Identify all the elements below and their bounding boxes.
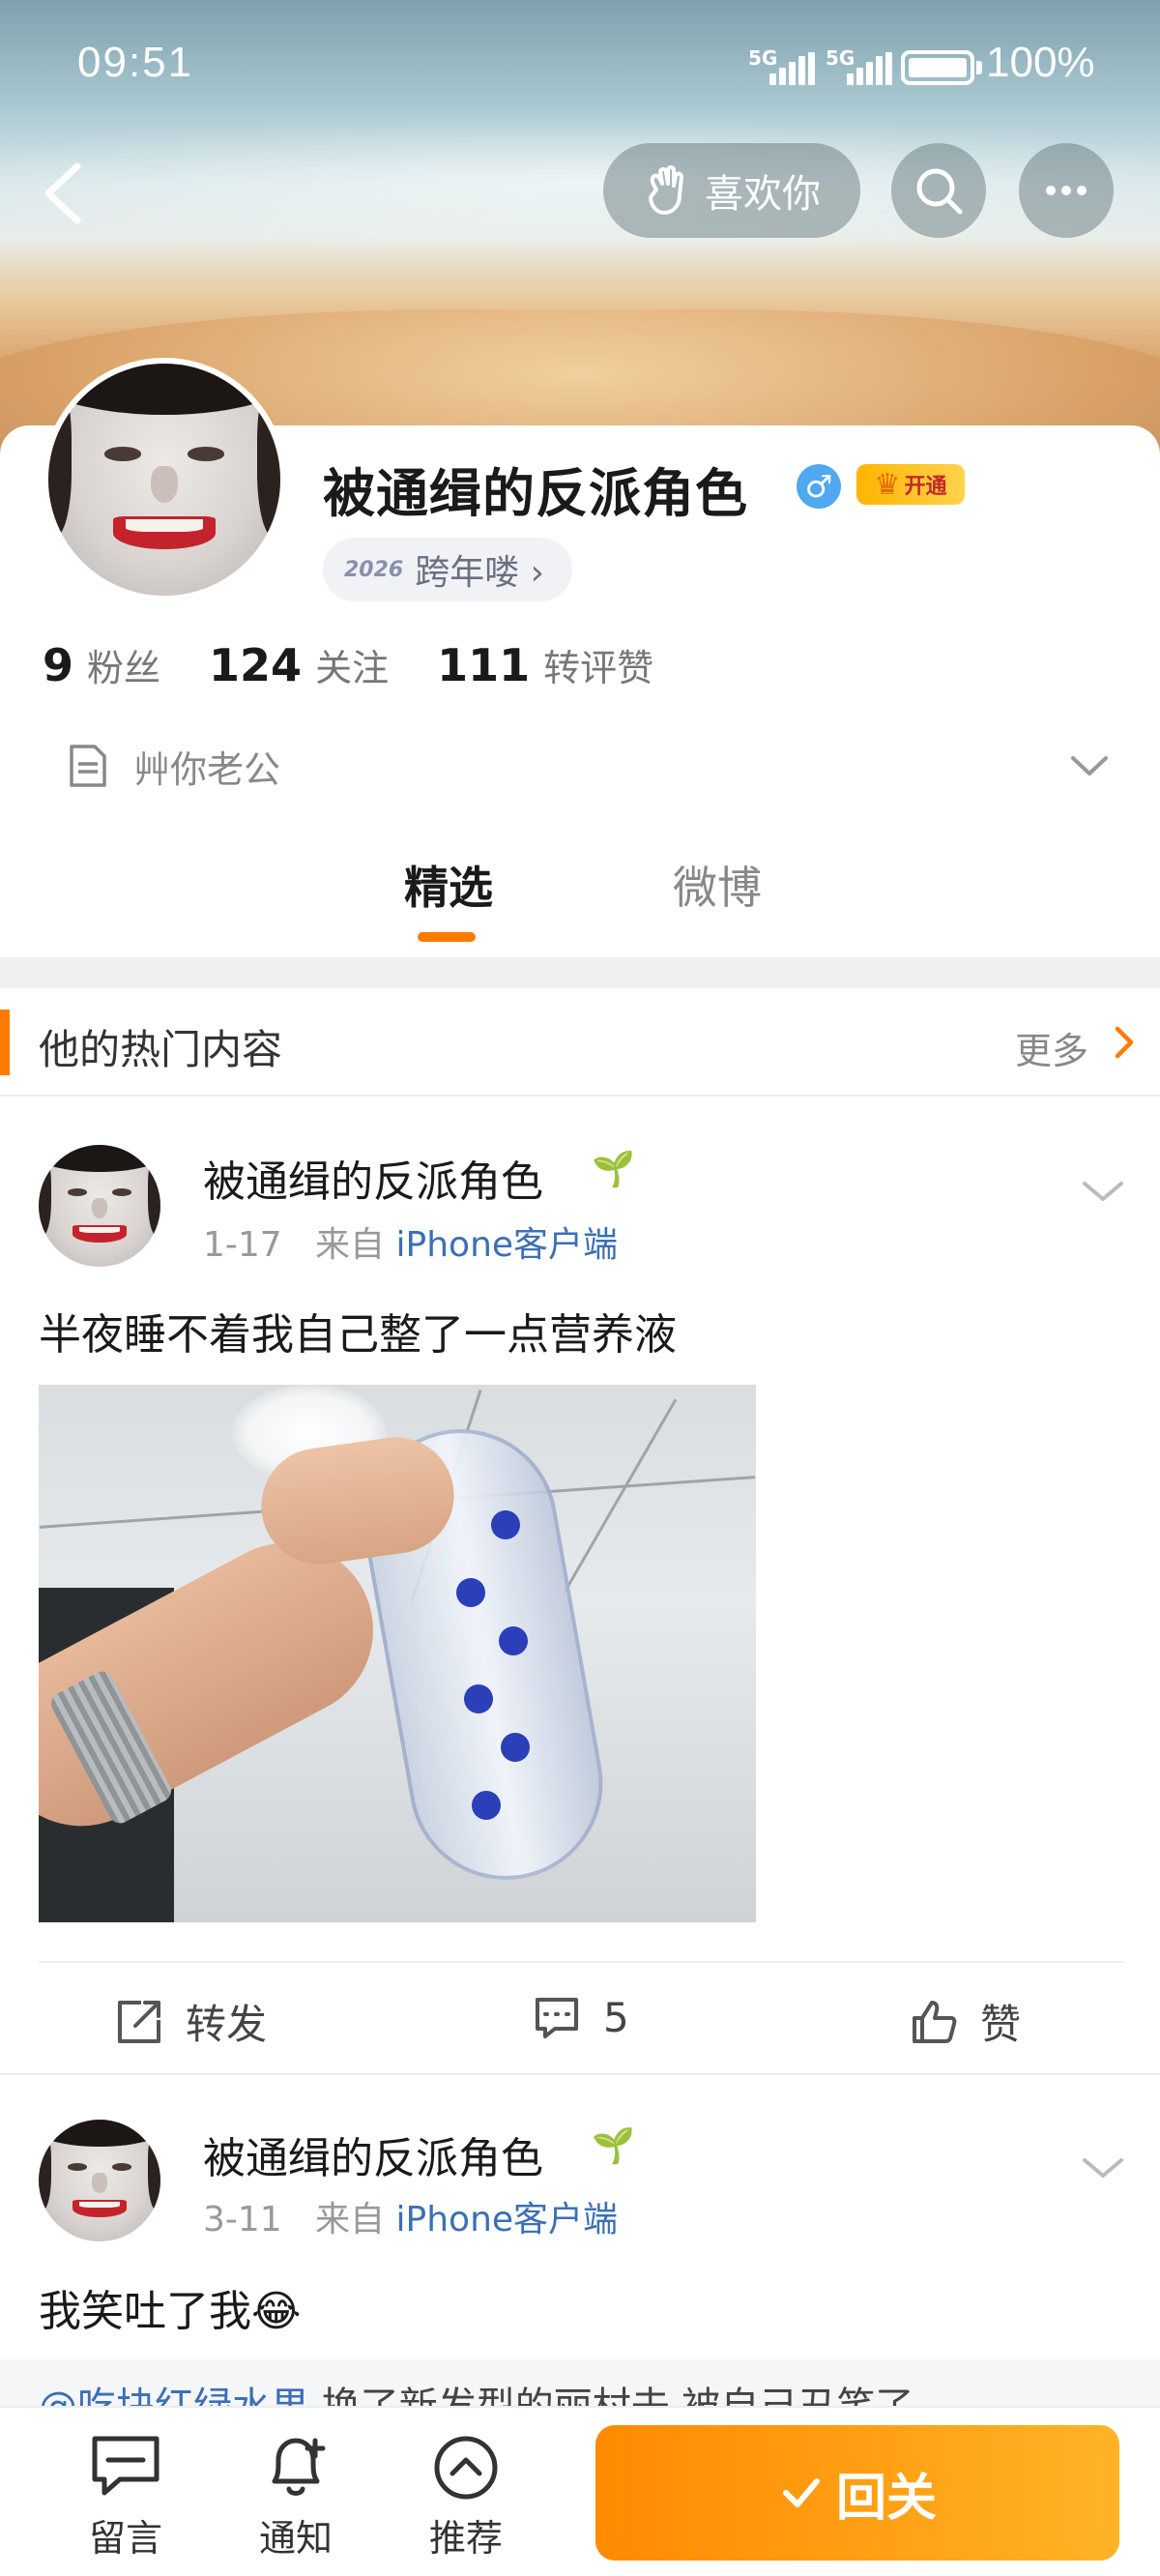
profile-nickname: 被通缉的反派角色 bbox=[323, 463, 748, 524]
more-button[interactable] bbox=[1019, 143, 1114, 238]
post-meta: 1-17 来自 iPhone客户端 bbox=[203, 1216, 618, 1267]
repost-button[interactable]: 转发 bbox=[114, 1992, 267, 2051]
message-icon bbox=[92, 2436, 160, 2496]
comment-icon bbox=[536, 1998, 578, 2038]
profile-tabs: 精选 微博 bbox=[0, 839, 1160, 955]
signal-icon bbox=[769, 52, 818, 85]
tab-featured[interactable]: 精选 bbox=[404, 853, 493, 917]
vip-open-label: 开通 bbox=[904, 475, 947, 499]
post-date: 1-17 bbox=[203, 1225, 282, 1265]
share-icon bbox=[118, 2000, 160, 2043]
post-avatar[interactable] bbox=[39, 1145, 160, 1267]
tab-weibo[interactable]: 微博 bbox=[673, 853, 762, 917]
hot-content-title: 他的热门内容 bbox=[39, 1026, 283, 1073]
check-icon bbox=[782, 2478, 820, 2507]
accent-bar bbox=[0, 1010, 10, 1075]
stat-number: 124 bbox=[209, 639, 303, 691]
hot-content-header: 他的热门内容 更多 bbox=[0, 988, 1160, 1097]
post-source[interactable]: iPhone客户端 bbox=[396, 2200, 619, 2239]
avatar[interactable] bbox=[43, 358, 286, 601]
thumbs-up-icon bbox=[913, 2000, 957, 2043]
battery-icon bbox=[901, 50, 974, 85]
notify-button[interactable]: 通知 bbox=[238, 2431, 354, 2561]
sprout-icon: 🌱 bbox=[592, 1150, 635, 1189]
signal-icon bbox=[847, 52, 895, 85]
gender-male-icon: ♂ bbox=[797, 464, 841, 509]
follow-back-button[interactable]: 回关 bbox=[595, 2425, 1119, 2561]
stat-number: 111 bbox=[437, 639, 531, 691]
chevron-down-icon[interactable] bbox=[1079, 2149, 1127, 2187]
stat-number: 9 bbox=[43, 639, 74, 691]
like-label: 赞 bbox=[980, 2001, 1022, 2048]
sprout-icon: 🌱 bbox=[592, 2126, 635, 2166]
recommend-label: 推荐 bbox=[428, 2517, 503, 2560]
stat-followers[interactable]: 9 粉丝 bbox=[43, 638, 160, 691]
post-text: 半夜睡不着我自己整了一点营养液 bbox=[39, 1310, 677, 1360]
back-icon bbox=[44, 162, 81, 224]
new-year-badge-label: 跨年喽 › bbox=[415, 553, 545, 593]
post-avatar[interactable] bbox=[39, 2120, 160, 2241]
post-author-name[interactable]: 被通缉的反派角色 bbox=[203, 1147, 543, 1209]
like-you-label: 喜欢你 bbox=[705, 172, 821, 217]
profile-stats: 9 粉丝 124 关注 111 转评赞 bbox=[43, 638, 653, 696]
bottom-action-bar: 留言 通知 推荐 回关 bbox=[0, 2406, 1160, 2576]
document-icon bbox=[70, 745, 106, 787]
post-actions: 转发 5 赞 bbox=[39, 1961, 1123, 2071]
status-bar: 09:51 5G 5G 100% bbox=[0, 39, 1160, 106]
bio-row[interactable]: 艸你老公 bbox=[68, 735, 1112, 797]
comment-count: 5 bbox=[603, 1993, 629, 2041]
chevron-right-icon[interactable] bbox=[1110, 1021, 1139, 1064]
search-button[interactable] bbox=[891, 143, 986, 238]
stat-label: 关注 bbox=[315, 647, 390, 689]
chevron-down-icon[interactable] bbox=[1079, 1172, 1127, 1211]
post-from: 来自 bbox=[315, 1225, 386, 1265]
new-year-badge[interactable]: 2026 跨年喽 › bbox=[323, 538, 572, 601]
back-button[interactable] bbox=[35, 155, 93, 232]
battery-percent: 100% bbox=[986, 39, 1095, 86]
bell-plus-icon bbox=[272, 2438, 326, 2496]
post-from: 来自 bbox=[315, 2200, 386, 2239]
message-label: 留言 bbox=[88, 2517, 162, 2560]
recommend-button[interactable]: 推荐 bbox=[408, 2431, 524, 2561]
comment-button[interactable]: 5 bbox=[532, 1992, 629, 2042]
vip-open-badge[interactable]: ♛ 开通 bbox=[856, 464, 965, 505]
post-source[interactable]: iPhone客户端 bbox=[396, 1225, 619, 1265]
repost-label: 转发 bbox=[186, 2001, 268, 2048]
crown-icon: ♛ bbox=[874, 467, 901, 502]
section-divider bbox=[0, 957, 1160, 988]
stat-following[interactable]: 124 关注 bbox=[209, 638, 389, 691]
message-button[interactable]: 留言 bbox=[68, 2431, 184, 2561]
post-date: 3-11 bbox=[203, 2200, 282, 2239]
more-icon bbox=[1046, 186, 1087, 195]
active-tab-indicator bbox=[418, 932, 476, 942]
stat-interactions[interactable]: 111 转评赞 bbox=[437, 638, 653, 691]
status-time: 09:51 bbox=[77, 39, 194, 86]
post-author-name[interactable]: 被通缉的反派角色 bbox=[203, 2123, 543, 2185]
more-link[interactable]: 更多 bbox=[1015, 1021, 1088, 1074]
post-meta: 3-11 来自 iPhone客户端 bbox=[203, 2191, 618, 2241]
year-2026-icon: 2026 bbox=[344, 557, 404, 582]
post-card[interactable]: 被通缉的反派角色 🌱 3-11 来自 iPhone客户端 我笑吐了我😂 bbox=[0, 2075, 1160, 2406]
chevron-up-circle-icon bbox=[434, 2436, 498, 2500]
bio-text: 艸你老公 bbox=[133, 747, 281, 791]
like-button[interactable]: 赞 bbox=[909, 1992, 1021, 2051]
post-text: 我笑吐了我😂 bbox=[39, 2287, 302, 2336]
notify-label: 通知 bbox=[258, 2517, 333, 2560]
follow-back-label: 回关 bbox=[835, 2469, 937, 2528]
search-icon bbox=[916, 168, 963, 215]
stat-label: 粉丝 bbox=[87, 647, 161, 689]
like-you-button[interactable]: 喜欢你 bbox=[603, 143, 860, 238]
stat-label: 转评赞 bbox=[543, 647, 654, 689]
chevron-down-icon bbox=[1071, 756, 1108, 776]
hand-wave-icon bbox=[649, 165, 683, 215]
post-image[interactable] bbox=[39, 1385, 756, 1922]
